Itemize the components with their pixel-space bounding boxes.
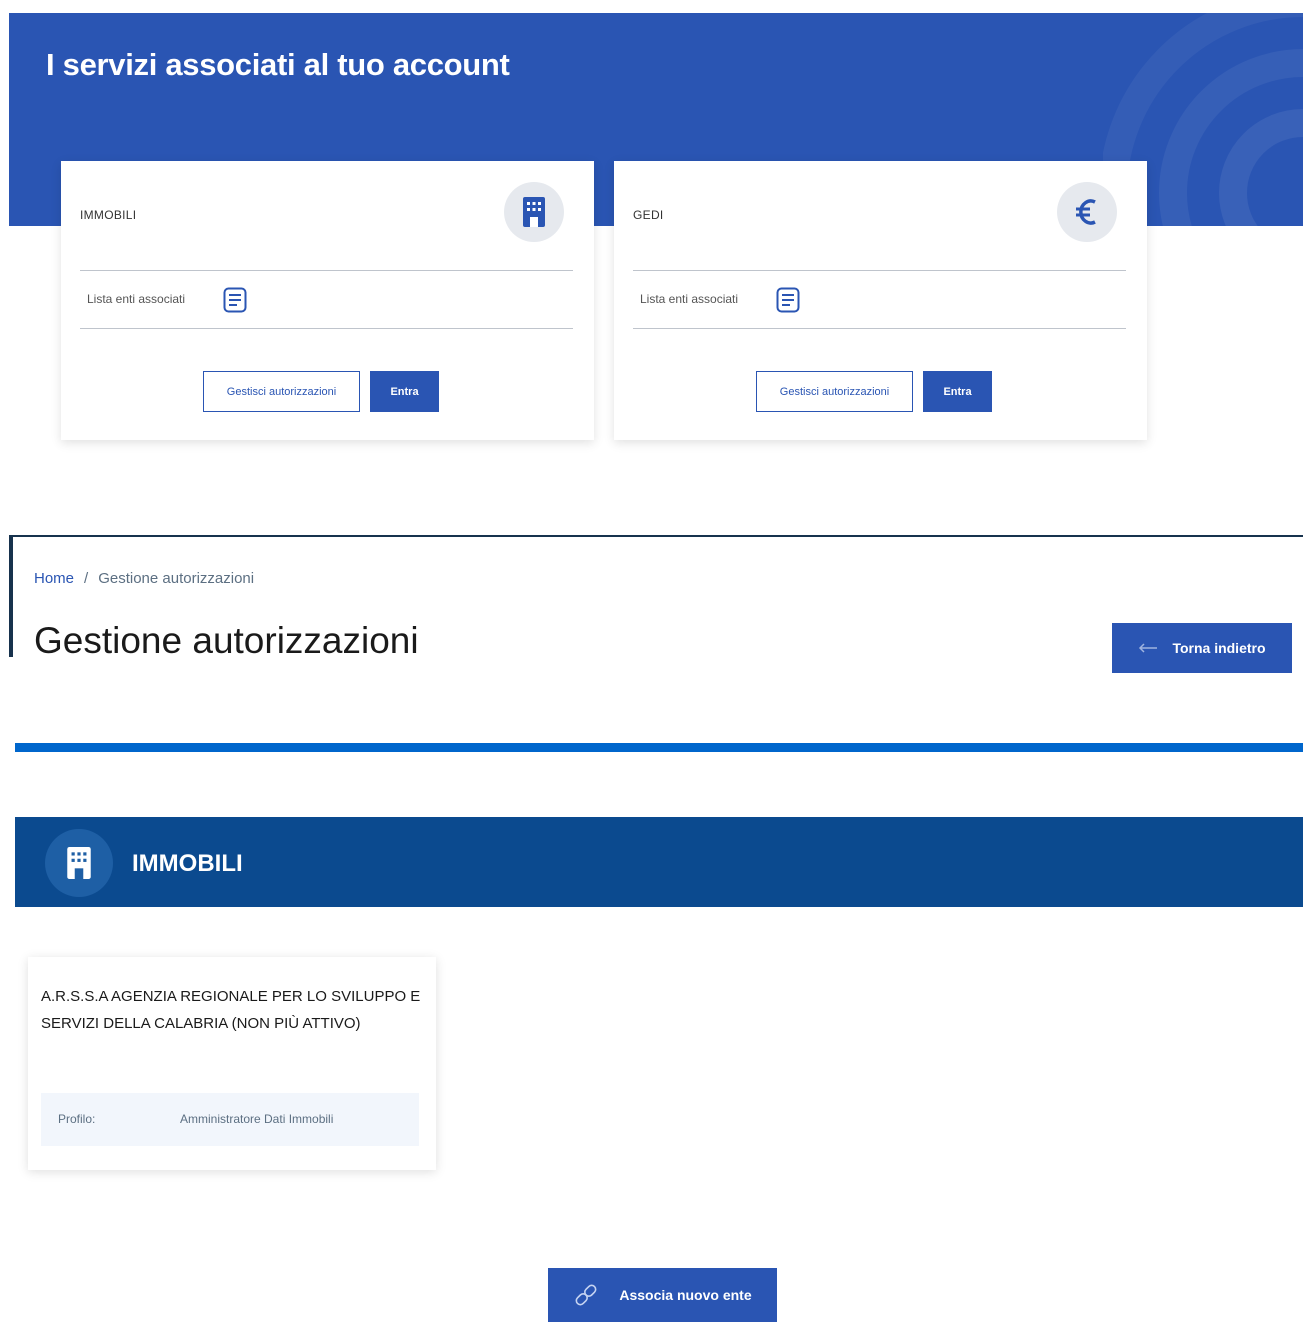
associate-new-entity-button[interactable]: Associa nuovo ente [548, 1268, 777, 1322]
service-icon-badge [1057, 182, 1117, 242]
building-icon [67, 847, 91, 879]
services-title: I servizi associati al tuo account [46, 47, 510, 82]
service-name: IMMOBILI [80, 208, 137, 222]
enter-button[interactable]: Entra [923, 371, 992, 412]
profile-label: Profilo: [58, 1112, 96, 1126]
ente-name: A.R.S.S.A AGENZIA REGIONALE PER LO SVILU… [41, 988, 421, 1032]
service-card-immobili: IMMOBILI Lista enti associati Gestisci a… [61, 161, 594, 440]
building-icon [523, 197, 545, 227]
back-button-label: Torna indietro [1172, 640, 1266, 656]
back-button[interactable]: Torna indietro [1112, 623, 1292, 673]
link-icon [575, 1284, 597, 1306]
breadcrumb-current: Gestione autorizzazioni [98, 570, 255, 587]
euro-icon [1076, 199, 1096, 225]
enter-button[interactable]: Entra [370, 371, 439, 412]
document-list-icon[interactable] [223, 287, 247, 313]
profile-value: Amministratore Dati Immobili [180, 1112, 334, 1126]
list-label: Lista enti associati [87, 292, 186, 306]
page-title: Gestione autorizzazioni [34, 620, 419, 661]
document-list-icon[interactable] [776, 287, 800, 313]
card-divider [80, 328, 573, 329]
card-divider [633, 270, 1126, 271]
service-icon-badge [504, 182, 564, 242]
breadcrumb: Home / Gestione autorizzazioni [34, 570, 254, 587]
service-card-gedi: GEDI Lista enti associati Gestisci autor… [614, 161, 1147, 440]
card-divider [633, 328, 1126, 329]
list-label: Lista enti associati [640, 292, 739, 306]
ente-card: A.R.S.S.A AGENZIA REGIONALE PER LO SVILU… [28, 957, 436, 1170]
card-divider [80, 270, 573, 271]
manage-authorizations-button[interactable]: Gestisci autorizzazioni [203, 371, 360, 412]
section-icon-badge [45, 829, 113, 897]
section-header-immobili: IMMOBILI [15, 817, 1303, 907]
breadcrumb-separator: / [84, 570, 89, 587]
section-left-bar [9, 536, 13, 657]
section-title: IMMOBILI [132, 850, 243, 877]
service-name: GEDI [633, 208, 664, 222]
arrow-left-icon [1139, 643, 1158, 653]
accent-divider [15, 743, 1303, 752]
breadcrumb-home-link[interactable]: Home [34, 570, 74, 587]
ente-profile-row: Profilo: Amministratore Dati Immobili [41, 1093, 419, 1146]
associate-button-label: Associa nuovo ente [619, 1287, 752, 1303]
section-top-rule [9, 535, 1303, 537]
manage-authorizations-button[interactable]: Gestisci autorizzazioni [756, 371, 913, 412]
